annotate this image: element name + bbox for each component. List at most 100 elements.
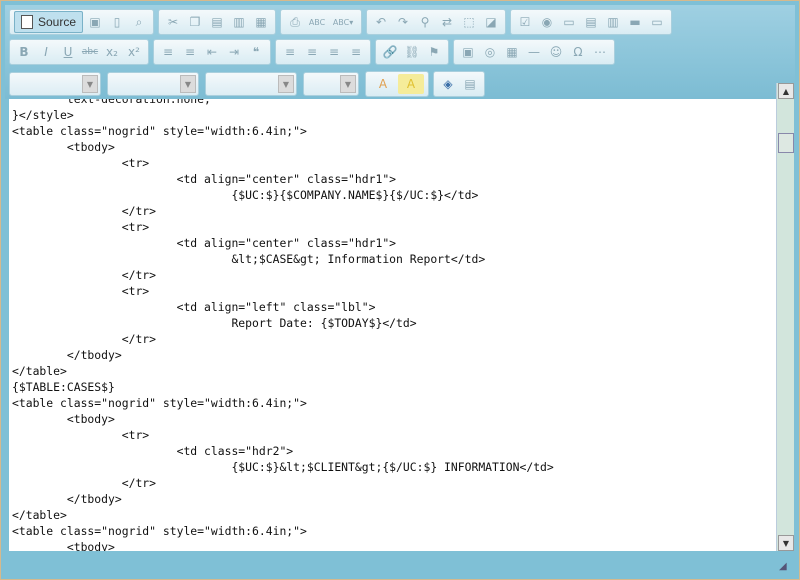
code-line: </tr> [12,332,157,346]
select-icon[interactable]: ▥ [603,12,623,32]
scroll-down-button[interactable]: ▼ [778,535,794,551]
toolbar-group-colors: A A [365,71,429,97]
format-combo[interactable]: ▼ [107,72,199,96]
unlink-icon[interactable]: ⛓ [402,42,422,62]
code-line: <td align="left" class="lbl"> [12,300,376,314]
status-bar: ◢ [5,553,795,575]
copy-icon[interactable]: ❐ [185,12,205,32]
imagebutton-icon[interactable]: ▭ [647,12,667,32]
align-right-icon[interactable]: ≡ [324,42,344,62]
code-line: <tr> [12,284,150,298]
code-line: <td align="center" class="hdr1"> [12,172,397,186]
resize-grip-icon[interactable]: ◢ [779,561,791,573]
chevron-down-icon: ▼ [82,75,98,93]
code-line: </tbody> [12,492,122,506]
vertical-scrollbar[interactable]: ▲ ▼ [776,83,794,551]
justify-icon[interactable]: ≡ [346,42,366,62]
pagebreak-icon[interactable]: ⋯ [590,42,610,62]
scroll-thumb[interactable] [778,133,794,153]
align-center-icon[interactable]: ≡ [302,42,322,62]
anchor-icon[interactable]: ⚑ [424,42,444,62]
maximize-icon[interactable]: ◈ [438,74,458,94]
button-icon[interactable]: ▬ [625,12,645,32]
paste-text-icon[interactable]: ▥ [229,12,249,32]
smiley-icon[interactable]: ☺ [546,42,566,62]
align-left-icon[interactable]: ≡ [280,42,300,62]
toolbar-group-clipboard: ✂ ❐ ▤ ▥ ▦ [158,9,277,35]
code-line: <td class="hdr2"> [12,444,294,458]
code-line: <td align="center" class="hdr1"> [12,236,397,250]
bg-color-icon[interactable]: A [398,74,424,94]
spellcheck-dropdown-icon[interactable]: ABC▾ [329,12,357,32]
redo-icon[interactable]: ↷ [393,12,413,32]
indent-icon[interactable]: ⇥ [224,42,244,62]
code-line: <tbody> [12,540,115,551]
textfield-icon[interactable]: ▭ [559,12,579,32]
replace-icon[interactable]: ⇄ [437,12,457,32]
toolbar-row-2: B I U abc x₂ x² ≡ ≡ ⇤ ⇥ ❝ ≡ ≡ ≡ ≡ 🔗 ⛓ ⚑ … [9,39,619,65]
table-icon[interactable]: ▦ [502,42,522,62]
paste-word-icon[interactable]: ▦ [251,12,271,32]
chevron-down-icon: ▼ [278,75,294,93]
checkbox-icon[interactable]: ☑ [515,12,535,32]
toolbar-group-align: ≡ ≡ ≡ ≡ [275,39,371,65]
find-icon[interactable]: ⚲ [415,12,435,32]
size-combo[interactable]: ▼ [303,72,359,96]
outdent-icon[interactable]: ⇤ [202,42,222,62]
toolbar-group-links: 🔗 ⛓ ⚑ [375,39,449,65]
select-all-icon[interactable]: ⬚ [459,12,479,32]
code-line: <tbody> [12,140,115,154]
image-icon[interactable]: ▣ [458,42,478,62]
source-editor[interactable]: text-decoration:none; }</style> <table c… [9,99,776,551]
print-icon[interactable]: ⎙ [285,12,305,32]
scroll-up-button[interactable]: ▲ [778,83,794,99]
blockquote-icon[interactable]: ❝ [246,42,266,62]
show-blocks-icon[interactable]: ▤ [460,74,480,94]
radio-icon[interactable]: ◉ [537,12,557,32]
italic-icon[interactable]: I [36,42,56,62]
toolbar-group-tools: ◈ ▤ [433,71,485,97]
code-line: text-decoration:none; [12,99,211,106]
textarea-icon[interactable]: ▤ [581,12,601,32]
hr-icon[interactable]: — [524,42,544,62]
spellcheck-icon[interactable]: ABC [307,12,327,32]
code-line: {$UC:$}&lt;$CLIENT&gt;{$/UC:$} INFORMATI… [12,460,554,474]
source-code[interactable]: text-decoration:none; }</style> <table c… [9,99,776,551]
font-combo[interactable]: ▼ [205,72,297,96]
code-line: <tr> [12,156,150,170]
remove-format-icon[interactable]: ◪ [481,12,501,32]
paste-icon[interactable]: ▤ [207,12,227,32]
text-color-icon[interactable]: A [370,74,396,94]
link-icon[interactable]: 🔗 [380,42,400,62]
toolbar-group-print: ⎙ ABC ABC▾ [280,9,363,35]
unordered-list-icon[interactable]: ≡ [180,42,200,62]
subscript-icon[interactable]: x₂ [102,42,122,62]
code-line: Report Date: {$TODAY$}</td> [12,316,417,330]
ordered-list-icon[interactable]: ≡ [158,42,178,62]
underline-icon[interactable]: U [58,42,78,62]
strike-icon[interactable]: abc [80,42,100,62]
code-line: </table> [12,508,67,522]
new-page-icon[interactable]: ▯ [107,12,127,32]
toolbar-group-source: Source ▣ ▯ ⌕ [9,9,155,35]
flash-icon[interactable]: ◎ [480,42,500,62]
superscript-icon[interactable]: x² [124,42,144,62]
source-icon [21,15,33,29]
style-combo[interactable]: ▼ [9,72,101,96]
code-line: </tr> [12,476,157,490]
code-line: <tr> [12,220,150,234]
code-line: <tr> [12,428,150,442]
code-line: </tbody> [12,348,122,362]
undo-icon[interactable]: ↶ [371,12,391,32]
source-button[interactable]: Source [14,11,84,33]
code-line: }</style> [12,108,74,122]
save-icon[interactable]: ▣ [85,12,105,32]
code-line: </tr> [12,204,157,218]
toolbar-group-undo: ↶ ↷ ⚲ ⇄ ⬚ ◪ [366,9,507,35]
special-char-icon[interactable]: Ω [568,42,588,62]
toolbar-group-lists: ≡ ≡ ⇤ ⇥ ❝ [153,39,271,65]
preview-icon[interactable]: ⌕ [129,12,149,32]
bold-icon[interactable]: B [14,42,34,62]
code-line: <table class="nogrid" style="width:6.4in… [12,524,307,538]
cut-icon[interactable]: ✂ [163,12,183,32]
